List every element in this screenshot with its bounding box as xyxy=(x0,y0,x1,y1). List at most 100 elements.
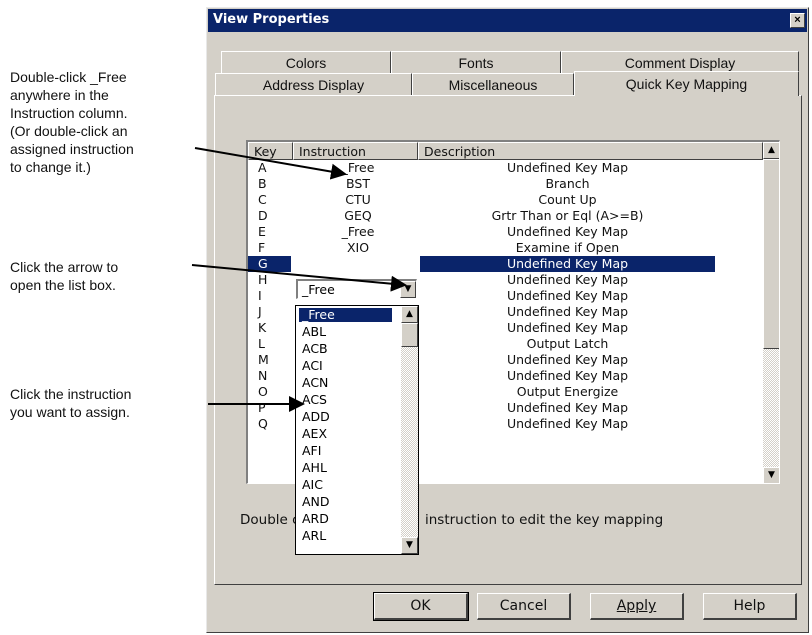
row-key: Q xyxy=(258,416,268,431)
column-header-description[interactable]: Description xyxy=(418,142,763,160)
callout-line: Double-click _Free xyxy=(10,69,127,85)
tab-address-display[interactable]: Address Display xyxy=(215,73,412,95)
table-row[interactable]: E _Free Undefined Key Map xyxy=(248,224,760,240)
callout-line: Click the arrow to xyxy=(10,259,119,275)
row-description: Output Energize xyxy=(516,384,619,399)
dropdown-option[interactable]: ARL xyxy=(299,529,329,543)
close-icon[interactable]: × xyxy=(790,13,805,28)
row-key: E xyxy=(258,224,266,239)
arrow-down-icon[interactable]: ▼ xyxy=(763,467,779,483)
callout-line: open the list box. xyxy=(10,277,116,293)
dropdown-option[interactable]: ACN xyxy=(299,376,331,390)
dropdown-option[interactable]: ARD xyxy=(299,512,332,526)
row-key: F xyxy=(258,240,266,255)
instruction-note-left: Double c xyxy=(240,512,300,528)
dropdown-option[interactable]: ADD xyxy=(299,410,333,424)
dropdown-scroll-thumb[interactable] xyxy=(401,323,418,347)
column-header-key[interactable]: Key xyxy=(248,142,293,160)
callout-line: anywhere in the xyxy=(10,87,109,103)
row-instruction[interactable]: GEQ xyxy=(298,208,418,224)
callout-line: to change it.) xyxy=(10,159,91,175)
tab-colors[interactable]: Colors xyxy=(221,51,391,73)
dropdown-option[interactable]: ACI xyxy=(299,359,326,373)
callout-line: you want to assign. xyxy=(10,404,130,420)
row-description: Count Up xyxy=(538,192,597,207)
combo-value: _Free xyxy=(302,282,335,297)
callout-line: Click the instruction xyxy=(10,386,132,402)
row-key: H xyxy=(258,272,268,287)
dialog-title: View Properties xyxy=(213,12,330,27)
tab-fonts[interactable]: Fonts xyxy=(391,51,561,73)
tab-comment-display[interactable]: Comment Display xyxy=(561,51,799,73)
row-description: Undefined Key Map xyxy=(420,256,715,272)
row-description: Undefined Key Map xyxy=(506,416,629,431)
row-key: A xyxy=(258,160,267,175)
table-row[interactable]: A _Free Undefined Key Map xyxy=(248,160,760,176)
row-description: Undefined Key Map xyxy=(506,304,629,319)
cancel-button[interactable]: Cancel xyxy=(477,593,571,620)
arrow-up-icon[interactable]: ▲ xyxy=(401,306,418,323)
row-key: D xyxy=(258,208,268,223)
row-instruction[interactable]: _Free xyxy=(298,224,418,240)
scroll-thumb[interactable] xyxy=(763,159,779,349)
row-description: Examine if Open xyxy=(515,240,620,255)
row-description: Undefined Key Map xyxy=(506,160,629,175)
row-instruction[interactable]: BST xyxy=(298,176,418,192)
dropdown-option[interactable]: ABL xyxy=(299,325,329,339)
table-row[interactable]: F XIO Examine if Open xyxy=(248,240,760,256)
table-row-selected[interactable]: G Undefined Key Map xyxy=(248,256,760,272)
row-instruction[interactable]: XIO xyxy=(298,240,418,256)
dropdown-option[interactable]: AHL xyxy=(299,461,330,475)
dropdown-scrollbar[interactable]: ▲ ▼ xyxy=(401,306,418,554)
row-description: Undefined Key Map xyxy=(506,400,629,415)
callout-line: assigned instruction xyxy=(10,141,134,157)
callout-double-click: Double-click _Free anywhere in the Instr… xyxy=(10,68,134,176)
dropdown-option[interactable]: AFI xyxy=(299,444,324,458)
chevron-down-icon[interactable]: ▼ xyxy=(400,281,416,298)
row-description: Undefined Key Map xyxy=(506,272,629,287)
callout-click-arrow: Click the arrow to open the list box. xyxy=(10,258,118,294)
dropdown-option[interactable]: ACS xyxy=(299,393,330,407)
dropdown-option-selected[interactable]: _Free xyxy=(299,308,392,322)
list-scrollbar[interactable]: ▲ ▼ xyxy=(763,142,779,483)
dropdown-option[interactable]: ACB xyxy=(299,342,331,356)
table-row[interactable]: B BST Branch xyxy=(248,176,760,192)
row-description: Output Latch xyxy=(526,336,609,351)
help-button[interactable]: Help xyxy=(703,593,797,620)
dropdown-option[interactable]: AIC xyxy=(299,478,326,492)
callout-click-instruction: Click the instruction you want to assign… xyxy=(10,385,131,421)
row-key: G xyxy=(248,256,291,272)
tab-miscellaneous[interactable]: Miscellaneous xyxy=(412,73,574,95)
row-key: I xyxy=(258,288,262,303)
row-key: C xyxy=(258,192,267,207)
row-instruction[interactable]: CTU xyxy=(298,192,418,208)
row-key: M xyxy=(258,352,269,367)
row-description: Grtr Than or Eql (A>=B) xyxy=(491,208,644,223)
table-row[interactable]: D GEQ Grtr Than or Eql (A>=B) xyxy=(248,208,760,224)
row-key: K xyxy=(258,320,267,335)
instruction-combo-box[interactable]: _Free ▼ xyxy=(296,279,417,299)
dropdown-option[interactable]: AEX xyxy=(299,427,330,441)
row-description: Undefined Key Map xyxy=(506,224,629,239)
instruction-note-right: instruction to edit the key mapping xyxy=(425,512,664,528)
row-key: O xyxy=(258,384,268,399)
tab-quick-key-mapping[interactable]: Quick Key Mapping xyxy=(574,71,799,96)
callout-line: (Or double-click an xyxy=(10,123,128,139)
arrow-up-icon[interactable]: ▲ xyxy=(763,142,779,159)
callout-line: Instruction column. xyxy=(10,105,128,121)
row-key: B xyxy=(258,176,267,191)
apply-button[interactable]: Apply xyxy=(590,593,684,620)
table-row[interactable]: C CTU Count Up xyxy=(248,192,760,208)
row-description: Undefined Key Map xyxy=(506,368,629,383)
row-key: N xyxy=(258,368,268,383)
row-description: Undefined Key Map xyxy=(506,320,629,335)
title-bar[interactable]: View Properties × xyxy=(208,9,807,32)
column-header-instruction[interactable]: Instruction xyxy=(293,142,418,160)
row-key: J xyxy=(258,304,262,319)
row-instruction[interactable]: _Free xyxy=(298,160,418,176)
ok-button[interactable]: OK xyxy=(373,592,469,621)
arrow-down-icon[interactable]: ▼ xyxy=(401,537,418,554)
dropdown-option[interactable]: AND xyxy=(299,495,333,509)
row-key: P xyxy=(258,400,266,415)
instruction-dropdown-list[interactable]: _Free ABL ACB ACI ACN ACS ADD AEX AFI AH… xyxy=(295,305,419,555)
